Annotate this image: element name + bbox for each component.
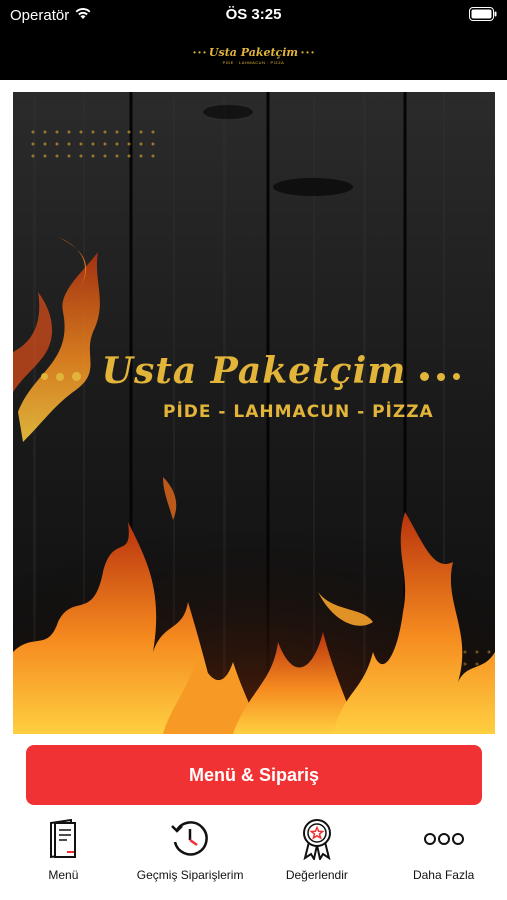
tab-order-history-label: Geçmiş Siparişlerim — [136, 868, 244, 882]
tab-order-history[interactable]: Geçmiş Siparişlerim — [127, 812, 254, 900]
logo-dots-left-icon: • • • — [193, 47, 206, 57]
hero-tagline: PİDE - LAHMACUN - PİZZA — [163, 402, 434, 422]
tab-rate-label: Değerlendir — [285, 868, 348, 882]
menu-book-icon — [41, 818, 85, 860]
award-badge-icon — [295, 818, 339, 860]
menu-and-order-button[interactable]: Menü & Sipariş — [26, 745, 482, 805]
logo-dots-right-icon — [420, 372, 460, 381]
tab-rate[interactable]: Değerlendir — [254, 812, 381, 900]
header-logo-text: Usta Paketçim — [208, 45, 299, 59]
tab-menu-label: Menü — [48, 868, 79, 882]
tab-more-label: Daha Fazla — [412, 868, 475, 882]
logo-dots-right-icon: • • • — [301, 47, 314, 57]
status-bar: Operatör ÖS 3:25 — [0, 0, 507, 30]
status-time: ÖS 3:25 — [225, 6, 282, 23]
tab-menu[interactable]: Menü — [0, 812, 127, 900]
bottom-tab-bar: Menü Geçmiş Siparişlerim Değerlendir Dah… — [0, 812, 507, 900]
more-dots-icon — [422, 818, 466, 860]
header-logo: • • • Usta Paketçim • • • PİDE · LAHMACU… — [193, 46, 314, 65]
hero-banner: Usta Paketçim PİDE - LAHMACUN - PİZZA — [13, 92, 495, 734]
header-logo-subtext: PİDE · LAHMACUN · PİZZA — [222, 59, 285, 65]
battery-icon — [469, 7, 497, 25]
hero-brand-name: Usta Paketçim — [101, 350, 407, 392]
tab-more[interactable]: Daha Fazla — [380, 812, 507, 900]
app-header: • • • Usta Paketçim • • • PİDE · LAHMACU… — [0, 30, 507, 80]
history-icon — [168, 818, 212, 860]
